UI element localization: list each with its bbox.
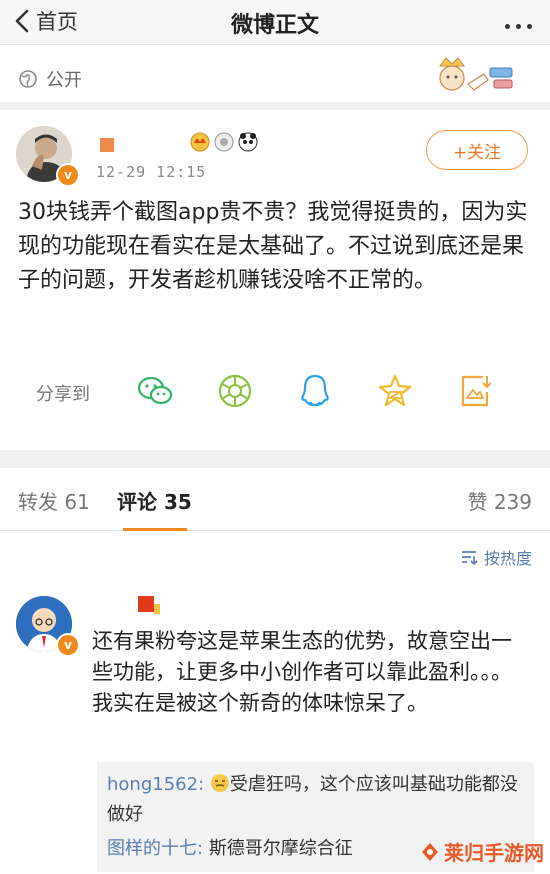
redacted-username-block xyxy=(100,138,114,152)
share-label: 分享到 xyxy=(36,384,90,405)
globe-icon xyxy=(19,70,37,88)
visibility-bar: 公开 xyxy=(0,50,550,102)
visibility-label: 公开 xyxy=(46,70,82,91)
save-image-icon[interactable] xyxy=(456,372,494,410)
sort-icon xyxy=(461,551,478,565)
sort-button[interactable]: 按热度 xyxy=(460,545,532,569)
page-title: 微博正文 xyxy=(230,13,319,38)
tab-comment[interactable]: 评论 35 xyxy=(117,486,192,515)
section-divider xyxy=(0,450,550,468)
post-body: 30块钱弄个截图app贵不贵？我觉得挺贵的，因为实现的功能现在看实在是太基础了。… xyxy=(18,200,528,293)
redacted-username-block xyxy=(138,596,160,614)
section-divider xyxy=(0,102,550,110)
reply-username[interactable]: 图样的十七: xyxy=(107,838,203,859)
verified-badge: v xyxy=(56,633,80,657)
username-badges xyxy=(100,132,258,152)
tab-repost[interactable]: 转发 61 xyxy=(18,486,90,515)
watermark-text: 莱归手游网 xyxy=(444,841,544,865)
reply-username[interactable]: hong1562: xyxy=(107,774,204,795)
reply-item: hong1562: 受虐狂吗，这个应该叫基础功能都没做好 xyxy=(107,770,527,830)
sort-label: 按热度 xyxy=(483,549,532,568)
verified-badge: v xyxy=(56,163,80,187)
decorative-sticker-icon xyxy=(439,57,513,91)
moments-icon[interactable] xyxy=(216,372,254,410)
wechat-icon[interactable] xyxy=(136,372,174,410)
post-time: 12-29 12:15 xyxy=(96,163,207,181)
watermark: 莱归手游网 xyxy=(419,837,544,866)
qq-icon[interactable] xyxy=(296,372,334,410)
comment-body: 还有果粉夸这是苹果生态的优势，故意空出一些功能，让更多中小创作者可以靠此盈利。。… xyxy=(92,629,512,715)
qzone-icon[interactable] xyxy=(376,372,414,410)
interaction-tabs: 转发 61 评论 35 赞 239 xyxy=(0,468,550,531)
follow-button[interactable]: +关注 xyxy=(426,130,528,170)
tab-like[interactable]: 赞 239 xyxy=(467,486,532,515)
nav-bar: 首页 微博正文 xyxy=(0,0,550,45)
active-tab-indicator xyxy=(123,528,187,531)
reply-text: 斯德哥尔摩综合征 xyxy=(208,838,353,859)
visibility-indicator: 公开 xyxy=(18,66,82,92)
emoji-icon xyxy=(210,774,229,792)
more-button[interactable] xyxy=(499,14,532,33)
app-logo-icon xyxy=(422,842,438,861)
